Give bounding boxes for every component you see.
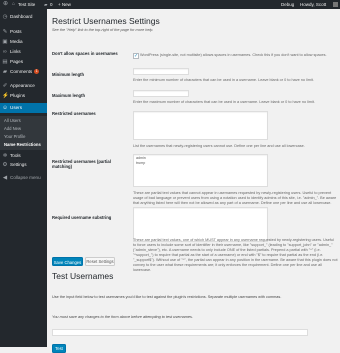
sidebar-item-users[interactable]: ☺ Users (0, 103, 47, 113)
test-save-note: You must save any changes to the form ab… (52, 315, 193, 319)
admin-sidebar: ◷ Dashboard ✎ Posts ▣ Media ∞ Links ▤ Pa… (0, 9, 47, 347)
avatar[interactable] (333, 2, 338, 7)
comments-icon[interactable]: ▰ (44, 0, 47, 9)
required-substring-textarea[interactable] (133, 207, 268, 242)
wordpress-logo-icon[interactable]: ⊕ (3, 0, 8, 9)
restricted-usernames-description: List the usernames that newly-registerin… (133, 144, 305, 148)
sidebar-item-dashboard[interactable]: ◷ Dashboard (0, 12, 47, 22)
sidebar-item-label: Links (10, 49, 21, 54)
media-icon: ▣ (2, 39, 8, 45)
required-substring-label: Required username substring (52, 215, 112, 220)
sidebar-item-label: Collapse menu (10, 175, 41, 180)
submenu-your-profile[interactable]: Your Profile (4, 133, 26, 141)
partial-match-textarea[interactable]: admin trump (133, 154, 268, 187)
no-spaces-checkbox[interactable]: ✓ (133, 53, 139, 59)
sidebar-item-media[interactable]: ▣ Media (0, 37, 47, 47)
sidebar-item-label: Media (10, 39, 23, 44)
sidebar-item-posts[interactable]: ✎ Posts (0, 27, 47, 37)
min-length-description: Enter the minimum number of characters t… (133, 78, 314, 82)
comments-badge: 1 (34, 69, 40, 75)
max-length-label: Maximum length (52, 93, 86, 98)
plug-icon: ⚡ (2, 93, 9, 99)
no-spaces-description: WordPress (single-site, not multisite) a… (140, 53, 327, 57)
link-icon: ∞ (3, 49, 7, 55)
main-content: Restrict Usernames Settings See the "Hel… (47, 9, 340, 353)
comments-label: Comments (10, 69, 33, 74)
submenu-name-restrictions[interactable]: Name Restrictions (4, 141, 41, 149)
sidebar-item-appearance[interactable]: ✐ Appearance (0, 81, 47, 91)
users-submenu: All Users Add New Your Profile Name Rest… (0, 116, 47, 150)
sidebar-item-plugins[interactable]: ⚡ Plugins (0, 91, 47, 101)
brush-icon: ✐ (2, 83, 8, 89)
partial-match-description: These are partial text values that canno… (133, 191, 337, 205)
max-length-input[interactable] (133, 90, 189, 97)
home-icon: ⌂ (12, 1, 16, 7)
sidebar-item-label: Plugins (10, 93, 26, 98)
sidebar-item-label: Appearance (10, 83, 35, 88)
page-icon: ▤ (2, 59, 8, 65)
min-length-label: Minimum length (52, 72, 85, 77)
page-title: Restrict Usernames Settings (52, 16, 160, 26)
comments-count[interactable]: 0 (50, 0, 53, 9)
debug-link[interactable]: Debug (281, 0, 294, 9)
reset-settings-button[interactable]: Reset Settings (85, 257, 115, 266)
sidebar-item-settings[interactable]: ⚙ Settings (0, 160, 47, 170)
partial-match-line: trump (136, 160, 146, 165)
restricted-usernames-textarea[interactable] (133, 111, 268, 140)
test-usernames-input[interactable] (52, 329, 308, 336)
sidebar-item-comments[interactable]: ▰ Comments 1 (0, 67, 47, 77)
collapse-icon: ◀ (2, 175, 8, 181)
restricted-usernames-label: Restricted usernames (52, 111, 96, 116)
min-length-input[interactable] (133, 68, 189, 75)
submenu-add-new[interactable]: Add New (4, 125, 21, 133)
sidebar-item-pages[interactable]: ▤ Pages (0, 57, 47, 67)
sidebar-item-links[interactable]: ∞ Links (0, 47, 47, 57)
submenu-all-users[interactable]: All Users (4, 117, 21, 125)
dashboard-icon: ◷ (2, 14, 8, 20)
required-substring-description: These are partial text values, one of wh… (133, 238, 338, 272)
sidebar-item-label: Comments 1 (10, 67, 40, 77)
collapse-menu-button[interactable]: ◀ Collapse menu (0, 173, 47, 183)
sidebar-item-label: Dashboard (10, 14, 33, 19)
sidebar-item-label: Pages (10, 59, 24, 64)
sidebar-item-label: Posts (10, 29, 22, 34)
sidebar-item-label: Users (10, 105, 22, 110)
save-changes-button[interactable]: Save Changes (52, 257, 83, 266)
sidebar-item-label: Settings (10, 162, 27, 167)
test-usernames-title: Test Usernames (52, 271, 114, 281)
max-length-description: Enter the maximum number of characters t… (133, 100, 315, 104)
site-name-link[interactable]: Test Site (18, 0, 35, 9)
settings-icon: ⚙ (2, 162, 8, 168)
pin-icon: ✎ (2, 29, 8, 35)
test-instruction: Use the input field below to test userna… (52, 295, 282, 299)
users-icon: ☺ (2, 105, 8, 111)
checkmark-icon: ✓ (134, 52, 139, 59)
test-button[interactable]: Test (52, 344, 66, 353)
help-hint: See the "Help" link to the top-right of … (52, 28, 154, 32)
wrench-icon: ✲ (2, 153, 8, 159)
comment-icon: ▰ (2, 69, 8, 75)
new-content-link[interactable]: + New (58, 0, 71, 9)
user-account-link[interactable]: Howdy, Scott (300, 0, 326, 9)
admin-bar: ⊕ ⌂ Test Site ▰ 0 + New Debug Howdy, Sco… (0, 0, 340, 9)
partial-match-label: Restricted usernames (partial matching) (52, 159, 111, 170)
no-spaces-label: Don't allow spaces in usernames (52, 51, 118, 56)
